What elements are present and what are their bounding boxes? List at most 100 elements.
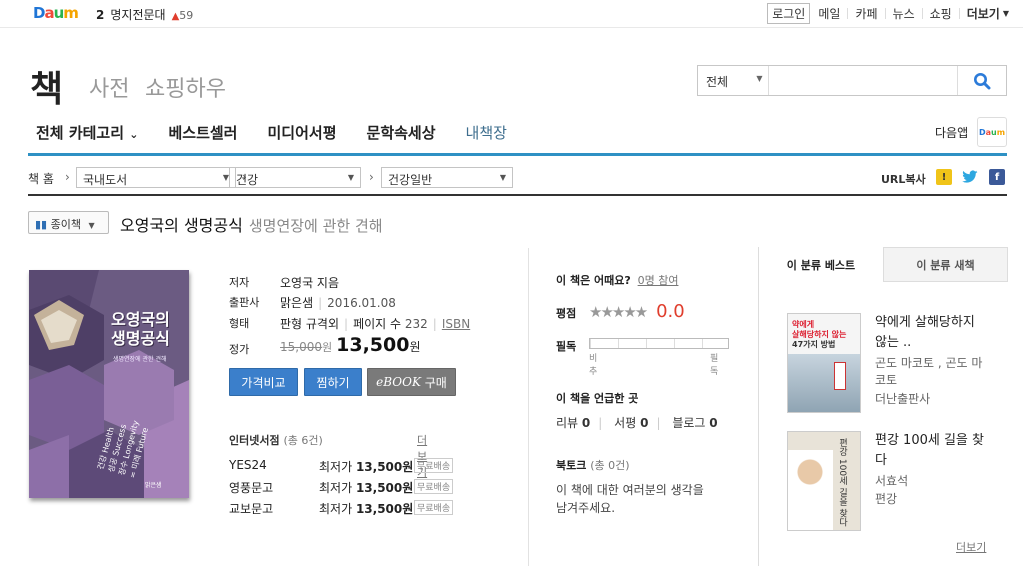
ebook-label: eBOOK xyxy=(376,375,421,389)
nav-media-review[interactable]: 미디어서평 xyxy=(268,122,337,143)
recommend-bar[interactable] xyxy=(589,338,729,349)
nav-all-category[interactable]: 전체 카테고리 ⌄ xyxy=(36,122,138,143)
tab-category-new[interactable]: 이 분류 새책 xyxy=(883,247,1008,282)
chevron-down-icon: ▼ xyxy=(1002,9,1009,18)
free-shipping-badge: 무료배송 xyxy=(414,479,454,494)
free-shipping-badge: 무료배송 xyxy=(414,458,454,473)
column-divider xyxy=(528,248,529,566)
book-type-select[interactable]: ▮▮ 종이책 ▼ xyxy=(28,211,109,234)
url-copy-button[interactable]: URL복사 xyxy=(881,171,926,187)
store-price-value: 13,500원 xyxy=(355,460,414,474)
best-item-title[interactable]: 약에게 살해당하지 않는 .. xyxy=(875,313,990,353)
store-name[interactable]: 교보문고 xyxy=(229,500,273,517)
thumb-line: 편강 xyxy=(837,438,847,456)
twitter-share-icon[interactable] xyxy=(962,169,978,185)
mention-review[interactable]: 리뷰 0 xyxy=(556,416,590,430)
star-icons: ★★★★★ xyxy=(589,303,648,321)
best-item-publisher: 더난출판사 xyxy=(875,392,931,406)
daum-app-label[interactable]: 다음앱 xyxy=(935,124,968,141)
breadcrumb: 책 홈 › 국내도서 ▼ › 건강 ▼ › 건강일반 ▼ URL복사 ! f xyxy=(28,166,1007,196)
breadcrumb-select-health[interactable]: 건강 ▼ xyxy=(229,167,361,188)
price-compare-button[interactable]: 가격비교 xyxy=(229,368,298,396)
mention-booksreview[interactable]: 서평 0 xyxy=(614,416,648,430)
mention-count: 0 xyxy=(581,416,591,430)
rating-participants-link[interactable]: 0명 참여 xyxy=(638,274,679,287)
nav-bestseller[interactable]: 베스트셀러 xyxy=(168,122,237,143)
recommend-left-label: 비추 xyxy=(589,354,598,377)
store-name[interactable]: YES24 xyxy=(229,458,267,472)
top-nav-news[interactable]: 뉴스 xyxy=(893,5,915,22)
publisher-value: 맑은샘 | 2016.01.08 xyxy=(280,294,396,311)
top-nav-cafe[interactable]: 카페 xyxy=(855,5,877,22)
top-nav-mail[interactable]: 메일 xyxy=(818,5,840,22)
best-more-link[interactable]: 더보기 xyxy=(956,539,986,555)
kakaostory-share-icon[interactable]: ! xyxy=(936,169,952,185)
rating-stars[interactable]: ★★★★★ 0.0 xyxy=(589,301,685,322)
nav-literature-world[interactable]: 문학속세상 xyxy=(367,122,436,143)
rating-question-text: 이 책은 어때요? xyxy=(556,274,631,287)
search-box: 전체 ▼ xyxy=(697,65,1007,96)
daum-app-icon[interactable]: Daum xyxy=(977,117,1007,147)
mention-label: 블로그 xyxy=(672,416,706,430)
chevron-right-icon: › xyxy=(65,170,70,184)
ebook-buy-button[interactable]: eBOOK 구매 xyxy=(367,368,456,396)
store-price-value: 13,500원 xyxy=(355,481,414,495)
best-item-title[interactable]: 편강 100세 길을 찾다 xyxy=(875,431,990,471)
sub-service-shoppinghow[interactable]: 쇼핑하우 xyxy=(145,71,226,103)
service-title[interactable]: 책 xyxy=(30,60,63,112)
isbn-link[interactable]: ISBN xyxy=(442,317,470,331)
author-label: 저자 xyxy=(229,276,250,289)
store-name[interactable]: 영풍문고 xyxy=(229,479,273,496)
top-nav-more[interactable]: 더보기 xyxy=(967,5,1000,22)
mention-count: 0 xyxy=(709,416,718,430)
search-button[interactable] xyxy=(957,66,1006,95)
search-input[interactable] xyxy=(769,66,958,95)
best-item-cover[interactable]: 약에게 살해당하지 않는 47가지 방법 xyxy=(787,313,861,413)
thumb-line: 길을 찾다 xyxy=(837,487,847,527)
booktalk-description[interactable]: 이 책에 대한 여러분의 생각을 남겨주세요. xyxy=(556,481,736,517)
login-button[interactable]: 로그인 xyxy=(767,3,811,24)
sub-service-dictionary[interactable]: 사전 xyxy=(89,71,129,103)
booktalk-desc-line: 이 책에 대한 여러분의 생각을 xyxy=(556,483,704,497)
tab-category-best[interactable]: 이 분류 베스트 xyxy=(759,247,883,282)
nav-my-bookshelf[interactable]: 내책장 xyxy=(466,122,507,143)
book-icon: ▮▮ xyxy=(35,218,48,231)
store-count: (총 6건) xyxy=(283,434,323,447)
facebook-share-icon[interactable]: f xyxy=(989,169,1005,185)
mention-blog[interactable]: 블로그 0 xyxy=(672,416,717,430)
search-icon xyxy=(974,72,991,89)
wish-button[interactable]: 찜하기 xyxy=(304,368,362,396)
pages-label: 페이지 수 xyxy=(353,317,402,331)
cover-title: 오영국의 생명공식 xyxy=(111,310,170,348)
cover-publisher: 맑은샘 xyxy=(145,482,162,489)
store-title: 인터넷서점 xyxy=(229,434,280,447)
book-main-title: 오영국의 생명공식 xyxy=(120,216,243,235)
author-value[interactable]: 오영국 지음 xyxy=(280,274,339,291)
header-divider xyxy=(28,153,1007,156)
store-section-title: 인터넷서점 (총 6건) xyxy=(229,432,323,448)
search-scope-select[interactable]: 전체 ▼ xyxy=(698,66,770,95)
best-item-cover[interactable]: 편강 100세 길을 찾다 xyxy=(787,431,861,531)
caret-down-icon: ▼ xyxy=(756,74,763,83)
thumb-text: 편강 100세 길을 찾다 xyxy=(836,438,847,527)
pages-value: 232 xyxy=(404,317,428,331)
main-nav: 전체 카테고리 ⌄ 베스트셀러 미디어서평 문학속세상 내책장 xyxy=(36,122,537,143)
caret-down-icon: ▼ xyxy=(88,221,95,230)
divider: | xyxy=(318,296,323,310)
daum-logo[interactable]: Daum xyxy=(33,4,79,22)
best-item-author: 곤도 마코토 , 곤도 마코토 xyxy=(875,356,983,387)
thumb-image xyxy=(788,354,860,412)
book-cover-image[interactable]: 오영국의 생명공식 생명연장에 관한 견해 건강 Health 성공 Succe… xyxy=(29,270,189,498)
breadcrumb-home[interactable]: 책 홈 xyxy=(28,170,54,187)
issue-count: 59 xyxy=(179,9,194,22)
top-nav-shopping[interactable]: 쇼핑 xyxy=(930,5,952,22)
breadcrumb-select-health-general[interactable]: 건강일반 ▼ xyxy=(381,167,513,188)
mentions-list: 리뷰 0 | 서평 0 | 블로그 0 xyxy=(556,414,718,431)
realtime-issue[interactable]: 2 명지전문대 ▲59 xyxy=(96,6,193,23)
store-price: 최저가 13,500원 xyxy=(319,479,413,496)
thumb-text: 약에게 살해당하지 않는 47가지 방법 xyxy=(792,320,846,350)
price-label: 정가 xyxy=(229,343,250,356)
format-label: 형태 xyxy=(229,317,250,330)
publisher-name[interactable]: 맑은샘 xyxy=(280,296,313,310)
breadcrumb-select-domestic[interactable]: 국내도서 ▼ xyxy=(76,167,236,188)
